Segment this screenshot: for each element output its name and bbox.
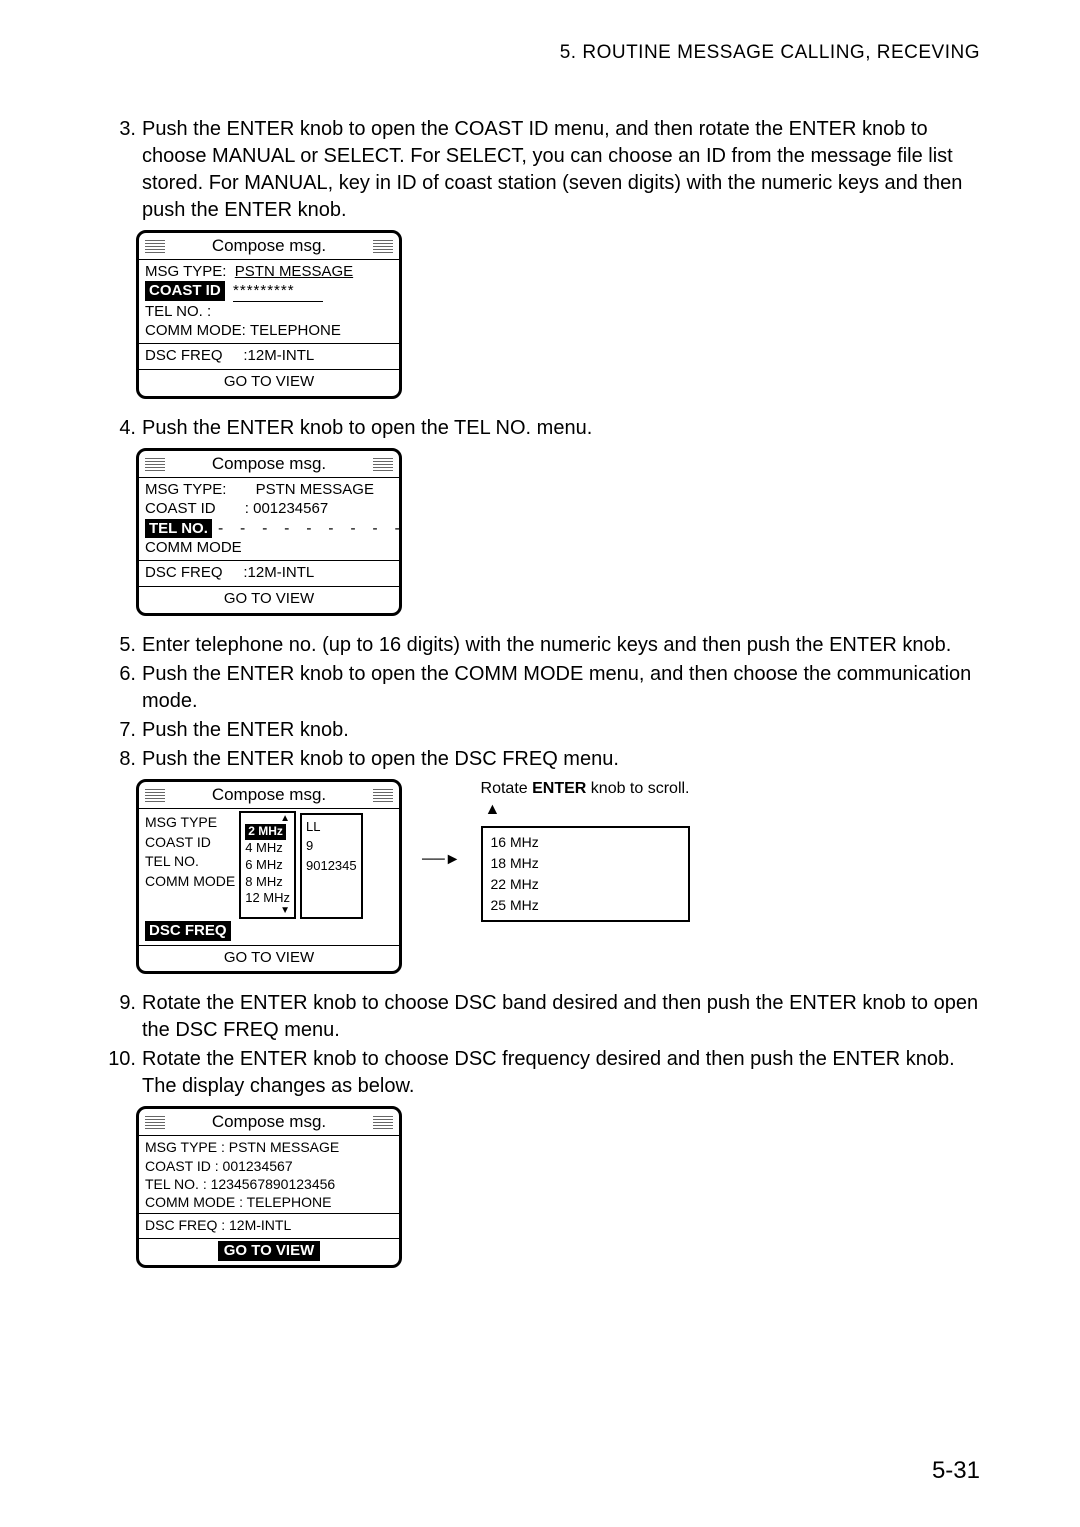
step-4: 4. Push the ENTER knob to open the TEL N… bbox=[100, 415, 980, 442]
final-tel: TEL NO. : 1234567890123456 bbox=[145, 1175, 393, 1193]
freq-6mhz: 6 MHz bbox=[245, 857, 290, 874]
hatch-icon bbox=[373, 1115, 393, 1129]
step-6-text: Push the ENTER knob to open the COMM MOD… bbox=[142, 661, 980, 715]
tel-no-selected: TEL NO. bbox=[145, 519, 212, 539]
screen-title: Compose msg. bbox=[171, 1111, 367, 1133]
step-7-text: Push the ENTER knob. bbox=[142, 717, 980, 744]
final-dsc: DSC FREQ : 12M-INTL bbox=[145, 1216, 393, 1234]
step-3-text: Push the ENTER knob to open the COAST ID… bbox=[142, 116, 980, 224]
step-3: 3. Push the ENTER knob to open the COAST… bbox=[100, 116, 980, 224]
hint-text-enter: ENTER bbox=[532, 780, 586, 797]
hint-text-a: Rotate bbox=[481, 780, 533, 797]
hatch-icon bbox=[145, 457, 165, 471]
comm-mode-label: COMM MODE bbox=[145, 872, 235, 892]
comm-mode-label: COMM MODE: bbox=[145, 322, 246, 339]
val-ll: LL bbox=[306, 817, 357, 837]
step-7: 7.Push the ENTER knob. bbox=[100, 717, 980, 744]
step-5-text: Enter telephone no. (up to 16 digits) wi… bbox=[142, 632, 980, 659]
msg-type-value: PSTN MESSAGE bbox=[235, 263, 353, 280]
scroll-up-icon: ▲ bbox=[245, 815, 290, 823]
scroll-hint: Rotate ENTER knob to scroll. ▲ 16 MHz 18… bbox=[481, 779, 690, 923]
section-header: 5. ROUTINE MESSAGE CALLING, RECEVING bbox=[100, 40, 980, 66]
coast-id-input: ********* bbox=[233, 281, 323, 302]
step-8: 8.Push the ENTER knob to open the DSC FR… bbox=[100, 746, 980, 773]
freq-18mhz: 18 MHz bbox=[491, 853, 680, 874]
dsc-freq-value: :12M-INTL bbox=[243, 564, 314, 581]
coast-id-label: COAST ID bbox=[145, 500, 216, 517]
step-8-text: Push the ENTER knob to open the DSC FREQ… bbox=[142, 746, 980, 773]
coast-id-label: COAST ID bbox=[145, 833, 235, 853]
tel-no-input: - - - - - - - - - - - - - - bbox=[216, 519, 402, 537]
freq-16mhz: 16 MHz bbox=[491, 832, 680, 853]
page-number: 5-31 bbox=[932, 1455, 980, 1487]
tel-no-label: TEL NO. : bbox=[145, 303, 211, 320]
freq-list-box-2: 16 MHz 18 MHz 22 MHz 25 MHz bbox=[481, 826, 690, 922]
msg-type-label: MSG TYPE bbox=[145, 813, 235, 833]
step-4-text: Push the ENTER knob to open the TEL NO. … bbox=[142, 415, 980, 442]
scroll-down-icon: ▼ bbox=[245, 907, 290, 915]
step-3-num: 3. bbox=[100, 116, 142, 224]
hatch-icon bbox=[373, 239, 393, 253]
step-10: 10.Rotate the ENTER knob to choose DSC f… bbox=[100, 1046, 980, 1100]
dsc-freq-value: :12M-INTL bbox=[243, 347, 314, 364]
go-to-view: GO TO VIEW bbox=[139, 945, 399, 972]
comm-mode-label: COMM MODE bbox=[145, 539, 242, 556]
screen-title: Compose msg. bbox=[171, 235, 367, 257]
msg-type-label: MSG TYPE: bbox=[145, 481, 226, 498]
freq-25mhz: 25 MHz bbox=[491, 895, 680, 916]
msg-type-value: PSTN MESSAGE bbox=[256, 481, 374, 498]
step-6: 6.Push the ENTER knob to open the COMM M… bbox=[100, 661, 980, 715]
val-partial: 9012345 bbox=[306, 856, 357, 876]
hatch-icon bbox=[373, 457, 393, 471]
step-10-text: Rotate the ENTER knob to choose DSC freq… bbox=[142, 1046, 980, 1100]
final-comm: COMM MODE : TELEPHONE bbox=[145, 1193, 393, 1211]
final-msg-type: MSG TYPE : PSTN MESSAGE bbox=[145, 1138, 393, 1156]
step-10-num: 10. bbox=[100, 1046, 142, 1100]
dsc-freq-label: DSC FREQ bbox=[145, 347, 223, 364]
step-5: 5.Enter telephone no. (up to 16 digits) … bbox=[100, 632, 980, 659]
hatch-icon bbox=[373, 788, 393, 802]
go-to-view: GO TO VIEW bbox=[139, 586, 399, 613]
arrow-right-icon: ──► bbox=[422, 849, 461, 871]
step-7-num: 7. bbox=[100, 717, 142, 744]
comm-mode-value: TELEPHONE bbox=[250, 322, 341, 339]
go-to-view-selected: GO TO VIEW bbox=[218, 1241, 321, 1261]
dsc-freq-selected: DSC FREQ bbox=[145, 921, 231, 941]
hatch-icon bbox=[145, 239, 165, 253]
coast-id-value: : 001234567 bbox=[245, 500, 328, 517]
hatch-icon bbox=[145, 1115, 165, 1129]
step-5-num: 5. bbox=[100, 632, 142, 659]
freq-2mhz-selected: 2 MHz bbox=[245, 824, 286, 840]
screen-tel-no: Compose msg. MSG TYPE: PSTN MESSAGE COAS… bbox=[136, 448, 402, 616]
tel-no-label: TEL NO. bbox=[145, 852, 235, 872]
screen-coast-id: Compose msg. MSG TYPE: PSTN MESSAGE COAS… bbox=[136, 230, 402, 399]
freq-list-box: ▲ 2 MHz 4 MHz 6 MHz 8 MHz 12 MHz ▼ bbox=[239, 811, 296, 919]
freq-22mhz: 22 MHz bbox=[491, 874, 680, 895]
screen-final: Compose msg. MSG TYPE : PSTN MESSAGE COA… bbox=[136, 1106, 402, 1268]
step-9: 9.Rotate the ENTER knob to choose DSC ba… bbox=[100, 990, 980, 1044]
msg-type-label: MSG TYPE: bbox=[145, 262, 226, 282]
screen-title: Compose msg. bbox=[171, 784, 367, 806]
dsc-freq-label: DSC FREQ bbox=[145, 564, 223, 581]
freq-4mhz: 4 MHz bbox=[245, 840, 290, 857]
hint-text-c: knob to scroll. bbox=[586, 780, 689, 797]
coast-id-selected: COAST ID bbox=[145, 281, 225, 301]
step-8-num: 8. bbox=[100, 746, 142, 773]
step-9-num: 9. bbox=[100, 990, 142, 1044]
freq-8mhz: 8 MHz bbox=[245, 874, 290, 891]
go-to-view: GO TO VIEW bbox=[139, 369, 399, 396]
step-9-text: Rotate the ENTER knob to choose DSC band… bbox=[142, 990, 980, 1044]
step-4-num: 4. bbox=[100, 415, 142, 442]
step-6-num: 6. bbox=[100, 661, 142, 715]
final-coast: COAST ID : 001234567 bbox=[145, 1157, 393, 1175]
triangle-up-icon: ▲ bbox=[485, 800, 690, 821]
hatch-icon bbox=[145, 788, 165, 802]
values-box: LL 9 9012345 bbox=[300, 813, 363, 919]
screen-dsc-freq: Compose msg. MSG TYPE COAST ID TEL NO. C… bbox=[136, 779, 402, 975]
screen-title: Compose msg. bbox=[171, 453, 367, 475]
